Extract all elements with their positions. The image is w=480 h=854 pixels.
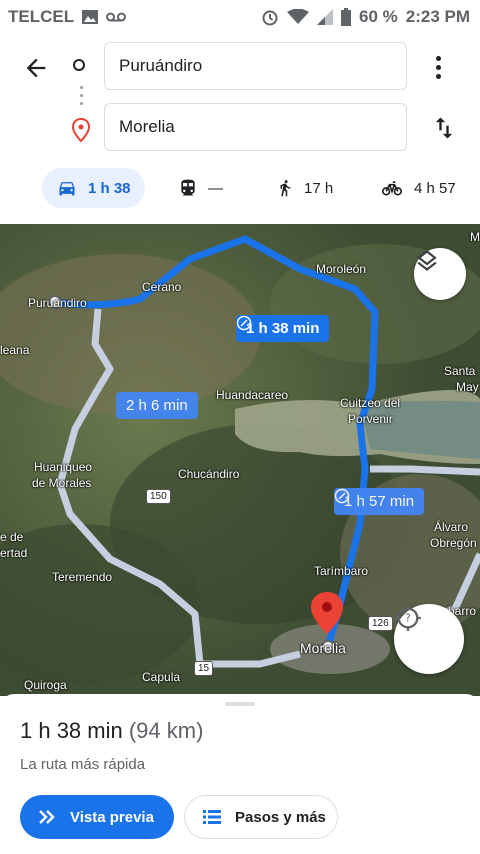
place-label: Huaniqueo: [34, 460, 93, 474]
swap-icon[interactable]: [430, 114, 458, 142]
carrier-name: TELCEL: [8, 7, 75, 26]
place-label: ertad: [0, 546, 28, 560]
my-location-button[interactable]: ?: [394, 604, 464, 674]
origin-input[interactable]: Puruándiro: [104, 42, 407, 90]
place-label: Huandacareo: [216, 388, 289, 402]
place-label: Obregón: [430, 536, 477, 550]
tab-cycling-label: 4 h 57: [414, 179, 456, 197]
list-icon: [203, 810, 221, 824]
tab-driving[interactable]: 1 h 38: [42, 168, 145, 208]
preview-button[interactable]: Vista previa: [20, 795, 174, 839]
route-callout-alt2[interactable]: 1 h 57 min: [334, 488, 425, 515]
tab-transit-label: —: [208, 179, 223, 197]
route-callout-fastest[interactable]: 1 h 38 min: [236, 315, 330, 342]
battery-icon: [341, 8, 351, 26]
route-callout-alt1[interactable]: 2 h 6 min: [116, 392, 198, 419]
steps-button[interactable]: Pasos y más: [184, 795, 338, 839]
place-label: Moroleón: [316, 262, 367, 276]
tab-transit[interactable]: —: [178, 168, 223, 208]
voicemail-icon: [106, 12, 127, 22]
destination-pin-icon: [71, 118, 91, 142]
place-label: May: [456, 380, 479, 394]
place-label: Teremendo: [52, 570, 113, 584]
highway-shield: 150: [146, 489, 171, 504]
place-label: Puruándiro: [28, 296, 87, 310]
place-label: Cerano: [142, 280, 182, 294]
map-view[interactable]: Puruándiro Cerano Moroleón leana Huandac…: [0, 224, 480, 696]
eco-leaf-icon: [334, 488, 350, 504]
layers-icon: [417, 250, 437, 271]
place-label: Morelia: [300, 640, 346, 656]
more-options-icon[interactable]: [436, 56, 442, 83]
back-arrow-icon[interactable]: [22, 54, 50, 82]
preview-button-label: Vista previa: [70, 808, 154, 826]
layers-button[interactable]: [414, 248, 466, 300]
place-label: M: [470, 230, 480, 244]
signal-icon: [317, 9, 333, 25]
place-label: Álvaro: [434, 520, 469, 534]
drag-handle[interactable]: [225, 702, 255, 706]
place-label: Cuitzeo del: [340, 396, 401, 410]
tab-driving-label: 1 h 38: [88, 179, 131, 197]
wifi-icon: [287, 9, 309, 24]
travel-mode-tabs: 1 h 38 — 17 h 4 h 57: [0, 166, 480, 214]
place-label: e de: [0, 530, 24, 544]
place-label: Porvenir: [348, 412, 393, 426]
route-dots-icon: [80, 86, 83, 114]
battery-level: 60 %: [359, 7, 398, 26]
svg-text:?: ?: [405, 613, 411, 625]
tab-walking-label: 17 h: [304, 179, 334, 197]
bike-icon: [382, 181, 402, 196]
route-subtitle: La ruta más rápida: [20, 756, 146, 773]
route-duration: 1 h 38 min: [20, 718, 123, 743]
train-icon: [181, 179, 195, 196]
double-chevron-icon: [39, 810, 55, 824]
route-time: 1 h 38 min: [246, 320, 320, 337]
place-label: Quiroga: [24, 678, 67, 692]
status-bar: TELCEL 60 % 2:23 PM: [0, 0, 480, 34]
place-label: Chucándiro: [178, 467, 240, 481]
tab-cycling[interactable]: 4 h 57: [380, 168, 456, 208]
place-label: Capula: [142, 670, 181, 684]
highway-shield: 126: [368, 616, 393, 631]
route-summary-sheet: 1 h 38 min (94 km) La ruta más rápida Vi…: [0, 694, 480, 854]
origin-circle-icon: [73, 59, 85, 71]
image-icon: [82, 10, 99, 24]
route-time: 2 h 6 min: [126, 397, 188, 414]
eco-leaf-icon: [236, 315, 252, 331]
steps-button-label: Pasos y más: [235, 808, 326, 826]
highway-shield: 15: [194, 661, 214, 676]
walk-icon: [280, 180, 291, 197]
place-label: de Morales: [32, 476, 92, 490]
clock: 2:23 PM: [405, 7, 470, 26]
route-summary: 1 h 38 min (94 km): [20, 718, 203, 744]
route-distance: (94 km): [128, 718, 204, 743]
directions-header: Puruándiro Morelia 1 h 38 — 17 h 4 h 57: [0, 34, 480, 224]
car-icon: [59, 182, 75, 196]
destination-input[interactable]: Morelia: [104, 103, 407, 151]
place-label: Santa: [444, 364, 476, 378]
alarm-icon: [262, 10, 278, 26]
crosshair-icon: ?: [395, 605, 421, 631]
route-time: 1 h 57 min: [344, 493, 415, 510]
tab-walking[interactable]: 17 h: [276, 168, 333, 208]
place-label: leana: [0, 343, 30, 357]
place-label: Tarímbaro: [314, 564, 369, 578]
